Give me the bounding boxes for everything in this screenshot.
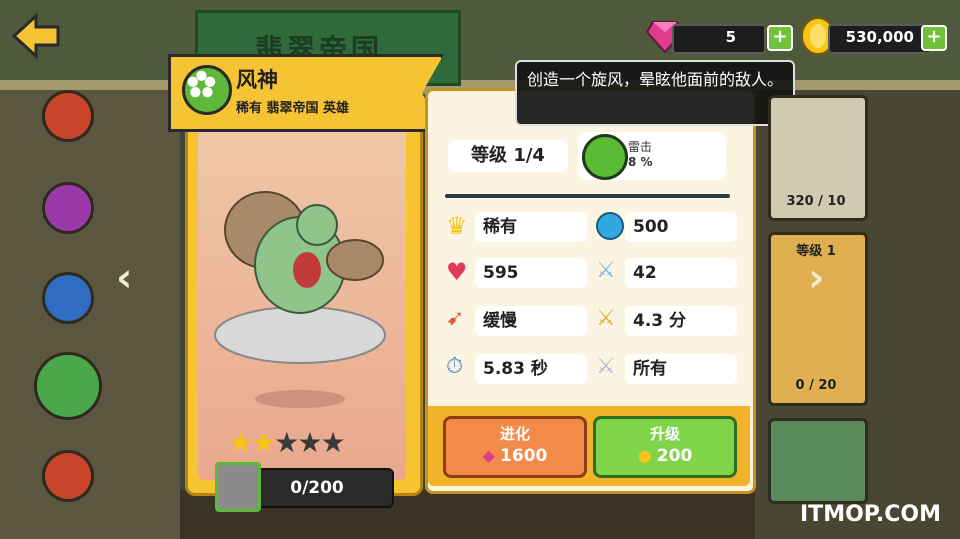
skill-value: 8 % [628, 155, 653, 169]
star-empty-icon: ★ [297, 426, 323, 459]
stat-targets: 所有 [633, 359, 667, 379]
boot-icon: ➹ [446, 306, 465, 331]
stat-speed: 缓慢 [483, 311, 517, 331]
evolve-button[interactable]: 进化 ◆ 1600 [443, 416, 587, 478]
attack-speed-icon: ⚔ [596, 306, 616, 331]
sword-icon: ⚔ [596, 258, 616, 283]
cost-icon [596, 212, 624, 240]
evolve-cost: 1600 [500, 446, 548, 466]
nav-alert-button[interactable] [42, 450, 94, 502]
star-empty-icon: ★ [320, 426, 346, 459]
heart-icon: ♥ [446, 258, 468, 286]
add-coins-button[interactable]: + [921, 25, 947, 51]
coin-icon: ● [637, 446, 652, 465]
prev-hero-arrow[interactable]: ‹ [116, 255, 132, 301]
timer-icon: ⏱ [446, 354, 464, 379]
stat-cost: 500 [633, 217, 669, 237]
hero-stars: ★★★★★ [228, 426, 346, 459]
hero-portrait [205, 170, 395, 380]
crown-icon: ♛ [446, 212, 468, 240]
back-button[interactable] [10, 12, 62, 60]
coin-count: 530,000 [845, 28, 914, 46]
back-arrow-icon [11, 12, 60, 60]
hero-level: 等级 1/4 [448, 140, 568, 172]
card1-progress: 320 / 10 [786, 194, 846, 209]
watermark: ITMOP.COM [800, 502, 941, 527]
upgrade-label: 升级 [649, 425, 680, 443]
tornado-skill-icon[interactable] [582, 134, 628, 180]
nav-flower-button[interactable] [34, 352, 102, 420]
hero-name: 风神 [236, 68, 278, 92]
evolve-label: 进化 [499, 425, 530, 443]
star-filled-icon: ★ [228, 426, 254, 459]
skill-name: 雷击 [628, 140, 653, 154]
stats-divider [445, 194, 730, 198]
hero-subtitle: 稀有 翡翠帝国 英雄 [236, 101, 350, 116]
hero-shard-icon [215, 462, 261, 512]
card2-progress: 0 / 20 [795, 378, 837, 393]
faction-flower-icon [182, 65, 232, 115]
hero-card-right-3[interactable] [768, 418, 868, 504]
stat-time: 5.83 秒 [483, 359, 548, 379]
stat-health: 595 [483, 263, 519, 283]
nav-skull-button[interactable] [42, 182, 94, 234]
upgrade-cost: 200 [656, 446, 693, 466]
nav-crown-button[interactable] [42, 90, 94, 142]
stat-attack-speed: 4.3 分 [633, 311, 687, 331]
gem-icon: ◆ [482, 446, 495, 465]
shard-progress: 0/200 [240, 468, 394, 508]
next-hero-arrow[interactable]: › [808, 255, 824, 301]
nav-gear-button[interactable] [42, 272, 94, 324]
stat-rarity: 稀有 [483, 217, 517, 237]
target-icon: ⚔ [596, 354, 616, 379]
add-gems-button[interactable]: + [767, 25, 793, 51]
upgrade-button[interactable]: 升级 ● 200 [593, 416, 737, 478]
star-empty-icon: ★ [274, 426, 300, 459]
stat-attack: 42 [633, 263, 657, 283]
star-filled-icon: ★ [251, 426, 277, 459]
skill-tooltip: 创造一个旋风，晕眩他面前的敌人。 [515, 60, 795, 126]
hero-shadow [255, 390, 345, 408]
gem-count: 5 [725, 28, 736, 46]
